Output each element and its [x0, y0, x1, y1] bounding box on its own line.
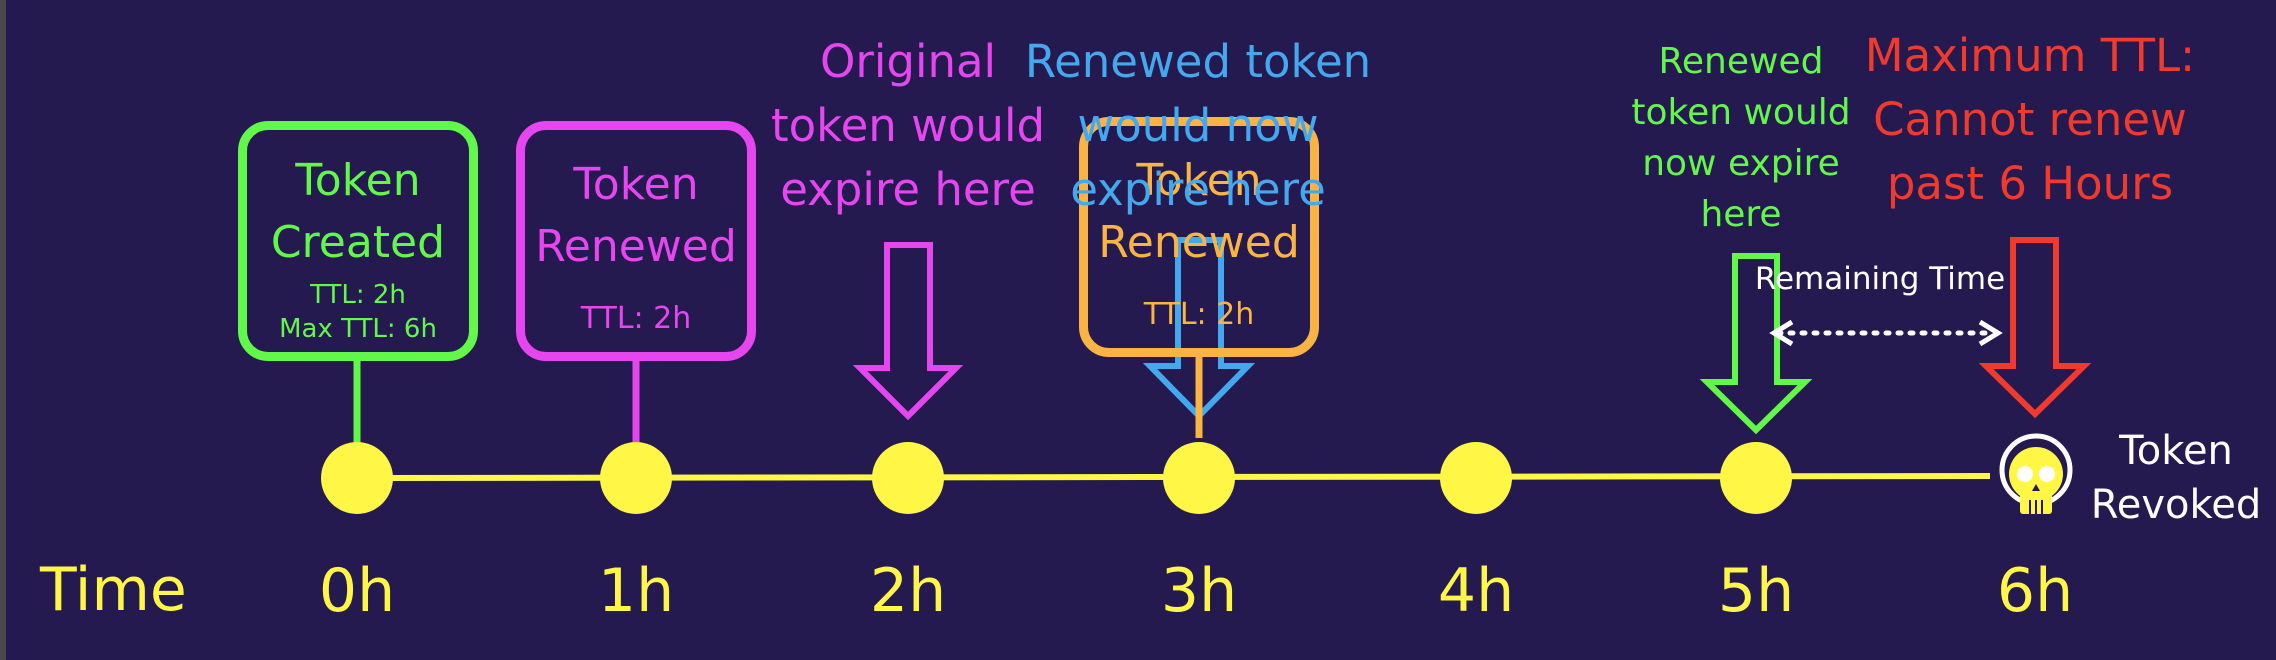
timeline-dot-3h — [1163, 442, 1235, 514]
timeline-dot-4h — [1440, 442, 1512, 514]
time-axis-label: Time — [40, 555, 187, 625]
original-expiry-line-3: expire here — [780, 163, 1036, 216]
timeline-dot-2h — [872, 442, 944, 514]
renewed-expiry-3h-line-2: would now — [1077, 99, 1319, 152]
token-revoked-label: Token Revoked — [2084, 424, 2268, 532]
token-revoked-line-2: Revoked — [2090, 482, 2262, 528]
tick-4h: 4h — [1437, 556, 1515, 626]
token-created-max-ttl: Max TTL: 6h — [279, 314, 437, 344]
token-revoked-line-1: Token — [2119, 428, 2233, 474]
skull-icon — [1999, 433, 2073, 514]
timeline-dot-0h — [321, 442, 393, 514]
tick-1h: 1h — [597, 556, 675, 626]
max-ttl-line-1: Maximum TTL: — [1864, 29, 2196, 82]
token-renewed-3h-ttl: TTL: 2h — [1143, 297, 1255, 332]
renewed-expiry-5h-line-3: now expire — [1642, 143, 1840, 184]
token-renewed-1h-ttl: TTL: 2h — [580, 301, 692, 336]
renewed-expiry-5h-line-4: here — [1700, 194, 1782, 235]
tick-0h: 0h — [318, 556, 396, 626]
tick-3h: 3h — [1160, 556, 1238, 626]
renewed-expiry-3h-label: Renewed token would now expire here — [1018, 30, 1378, 222]
remaining-time-label: Remaining Time — [1754, 261, 2006, 297]
token-created-title-1: Token — [295, 155, 421, 206]
token-renewed-1h-title-2: Renewed — [535, 221, 737, 272]
tick-5h: 5h — [1717, 556, 1795, 626]
max-ttl-label: Maximum TTL: Cannot renew past 6 Hours — [1860, 24, 2200, 216]
original-expiry-line-2: token would — [770, 99, 1046, 152]
tick-2h: 2h — [869, 556, 947, 626]
renewed-expiry-5h-line-2: token would — [1631, 92, 1851, 133]
token-renewed-box-1h: Token Renewed TTL: 2h — [516, 121, 756, 361]
original-expiry-line-1: Original — [819, 35, 997, 88]
token-created-title-2: Created — [270, 217, 446, 268]
max-ttl-line-2: Cannot renew — [1873, 93, 2187, 146]
remaining-time-arrow — [1769, 319, 2003, 347]
renewed-expiry-5h-line-1: Renewed — [1658, 41, 1824, 82]
token-renewed-1h-title-1: Token — [573, 159, 699, 210]
token-created-box: Token Created TTL: 2h Max TTL: 6h — [238, 121, 478, 361]
tick-6h: 6h — [1996, 556, 2074, 626]
renewed-expiry-3h-line-3: expire here — [1070, 163, 1326, 216]
renewed-expiry-3h-line-1: Renewed token — [1024, 35, 1372, 88]
timeline-dot-1h — [600, 442, 672, 514]
original-expiry-label: Original token would expire here — [758, 30, 1058, 222]
max-ttl-line-3: past 6 Hours — [1886, 157, 2174, 210]
token-created-ttl: TTL: 2h — [310, 280, 406, 310]
timeline-dot-5h — [1720, 442, 1792, 514]
original-expiry-arrow — [852, 242, 964, 421]
renewed-expiry-5h-label: Renewed token would now expire here — [1616, 36, 1866, 240]
token-ttl-diagram: Token Created TTL: 2h Max TTL: 6h Token … — [0, 0, 2276, 660]
